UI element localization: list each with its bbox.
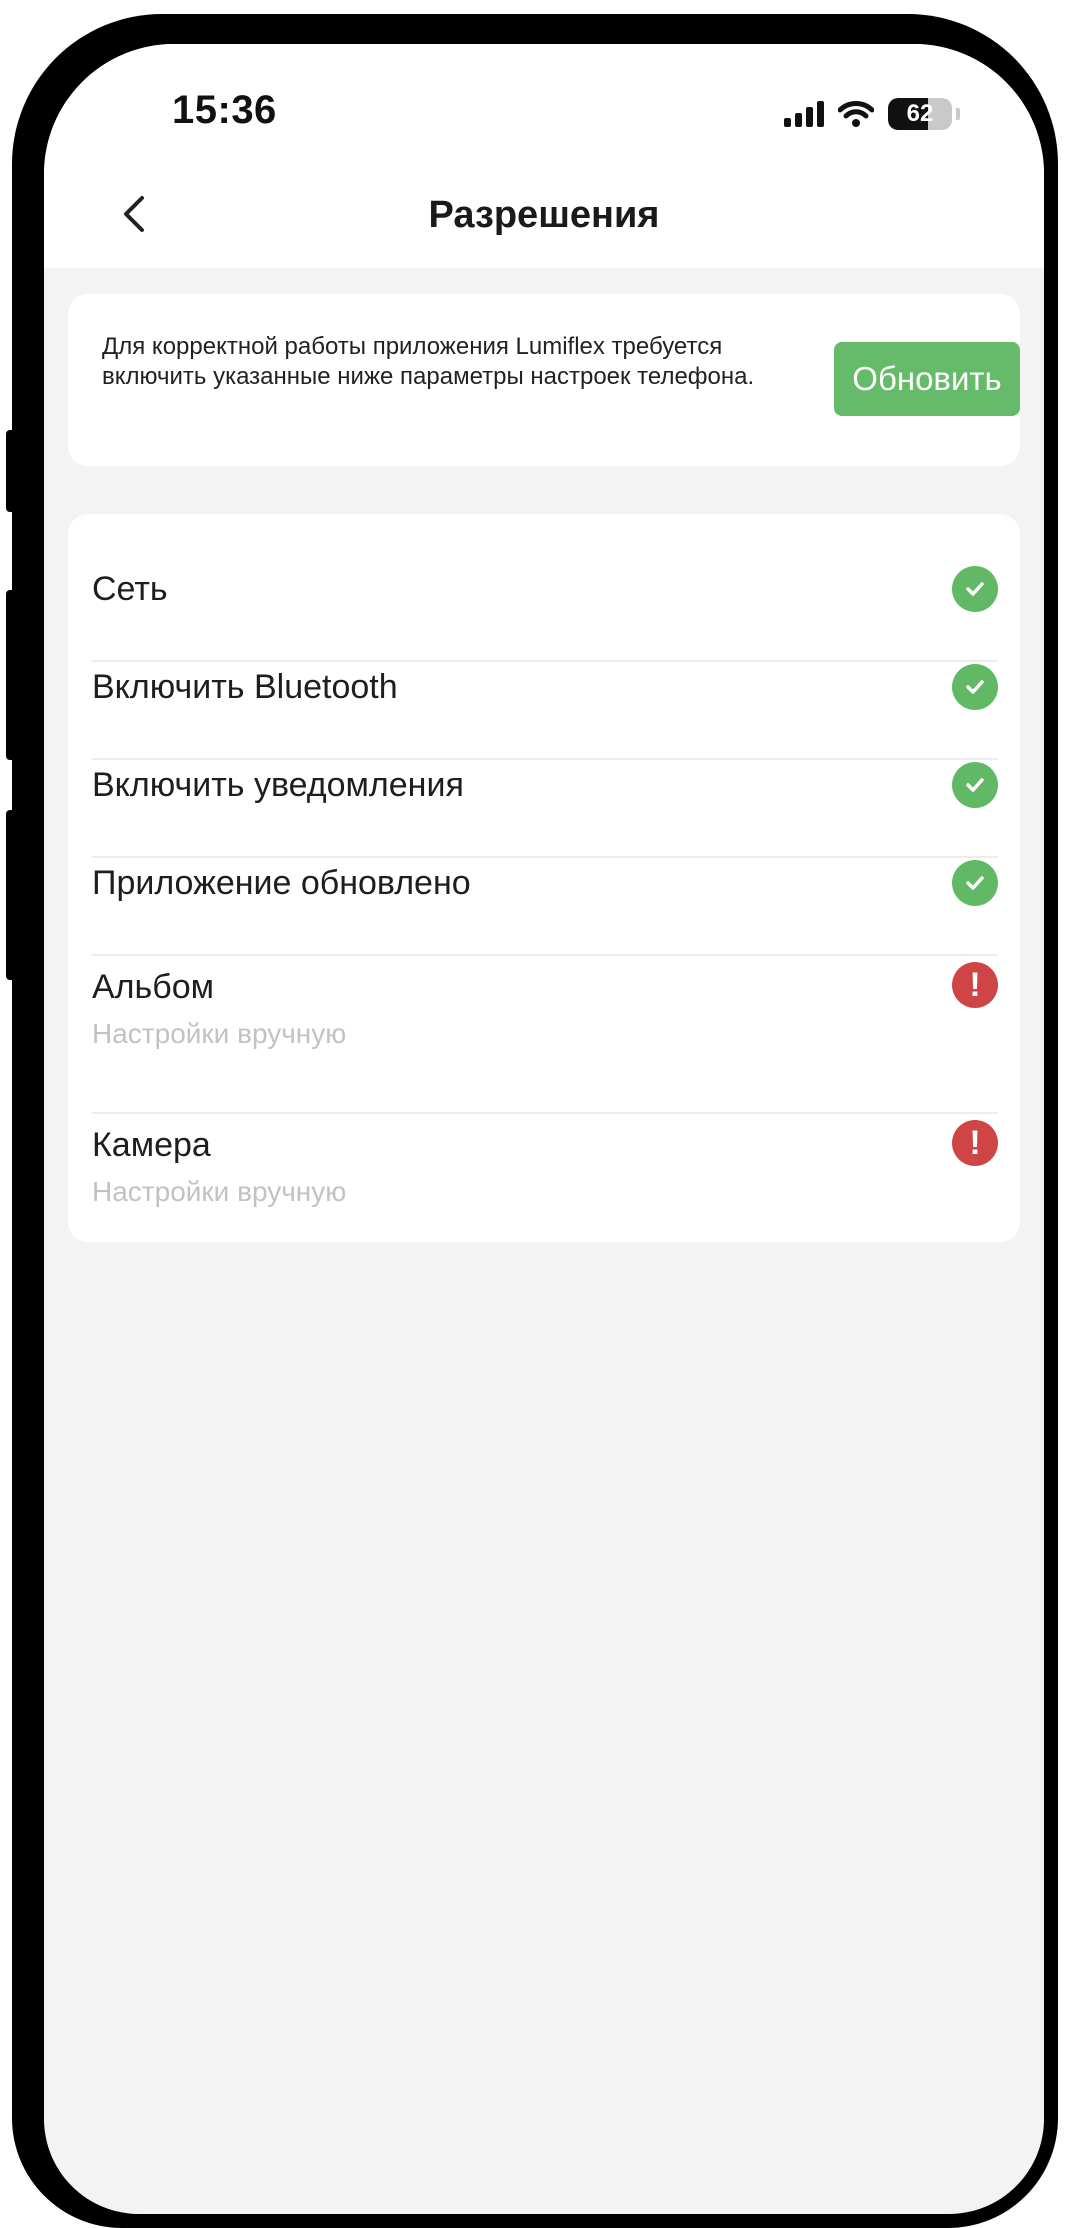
app-screen: 15:36 62 Разрешения Для корректной работ…: [44, 44, 1044, 2214]
info-card: Для корректной работы приложения Lumifle…: [68, 294, 1020, 466]
permission-hint: Настройки вручную: [92, 1018, 347, 1049]
permission-hint: Настройки вручную: [92, 1176, 347, 1207]
check-icon: [952, 566, 998, 612]
battery-percentage: 62: [906, 100, 934, 127]
status-indicators: 62: [784, 94, 960, 134]
permission-label: Сеть: [92, 570, 168, 608]
permission-label: Альбом: [92, 968, 214, 1006]
status-time: 15:36: [172, 88, 277, 132]
permissions-list: Сеть Включить Bluetooth Включить уведомл…: [68, 514, 1020, 1242]
refresh-button[interactable]: Обновить: [834, 342, 1020, 416]
permission-row-app-updated[interactable]: Приложение обновлено: [92, 858, 998, 908]
permission-label: Включить уведомления: [92, 766, 464, 804]
warning-icon: !: [952, 962, 998, 1008]
permission-row-notifications[interactable]: Включить уведомления: [92, 760, 998, 810]
silent-switch: [6, 430, 20, 512]
permission-label: Включить Bluetooth: [92, 668, 398, 706]
battery-icon: 62: [888, 98, 952, 130]
permission-row-bluetooth[interactable]: Включить Bluetooth: [92, 662, 998, 712]
permission-label: Приложение обновлено: [92, 864, 471, 902]
permission-row-network[interactable]: Сеть: [92, 564, 998, 614]
check-icon: [952, 664, 998, 710]
permission-row-camera[interactable]: Камера Настройки вручную !: [92, 1118, 998, 1228]
info-text: Для корректной работы приложения Lumifle…: [102, 333, 755, 390]
permission-label: Камера: [92, 1126, 211, 1164]
wifi-icon: [838, 101, 874, 127]
volume-down-button: [6, 810, 20, 980]
signal-icon: [784, 101, 824, 127]
volume-up-button: [6, 590, 20, 760]
check-icon: [952, 860, 998, 906]
warning-icon: !: [952, 1120, 998, 1166]
check-icon: [952, 762, 998, 808]
divider: [92, 954, 998, 956]
page-title: Разрешения: [428, 194, 660, 236]
divider: [92, 1112, 998, 1114]
battery-cap: [956, 108, 960, 120]
permission-row-album[interactable]: Альбом Настройки вручную !: [92, 960, 998, 1070]
